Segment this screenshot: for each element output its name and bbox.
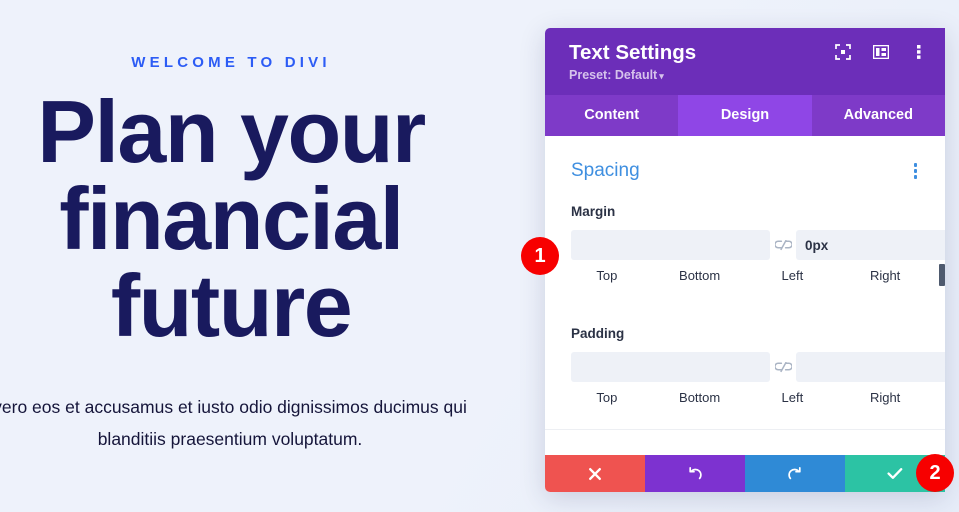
margin-top-input[interactable] [571, 230, 770, 261]
margin-inputs-row [571, 228, 945, 262]
spacing-section-title[interactable]: Spacing [571, 160, 640, 182]
body-divider [545, 429, 945, 430]
padding-field-group: Padding Top Bottom Left Right [571, 326, 945, 424]
redo-button[interactable] [745, 455, 845, 492]
padding-captions: Top Bottom Left Right [571, 390, 921, 424]
tab-content[interactable]: Content [545, 95, 678, 136]
close-x-icon [588, 467, 602, 481]
undo-button[interactable] [645, 455, 745, 492]
spacing-section-header: Spacing [571, 160, 921, 182]
padding-top-caption: Top [596, 390, 618, 406]
padding-label: Padding [571, 326, 625, 342]
cancel-button[interactable] [545, 455, 645, 492]
padding-top-input[interactable] [571, 352, 770, 383]
more-vertical-icon[interactable] [911, 44, 927, 60]
eyebrow-text: WELCOME TO DIVI [131, 54, 331, 71]
preset-selector[interactable]: Preset: Default ▾ [569, 68, 664, 82]
tab-design[interactable]: Design [678, 95, 812, 137]
text-settings-modal: Text Settings Preset: Default ▾ Content … [545, 28, 945, 492]
panel-scrollbar[interactable] [939, 136, 945, 455]
margin-bottom-caption: Bottom [679, 268, 721, 284]
chevron-down-icon: ▾ [659, 71, 664, 82]
modal-tabs: Content Design Advanced [545, 95, 945, 137]
margin-bottom-input[interactable] [796, 230, 945, 261]
step-badge-1: 1 [521, 237, 559, 275]
modal-body: Spacing Margin 0px Top Bottom Left Right… [545, 136, 945, 455]
padding-bottom-input[interactable] [796, 352, 945, 383]
page-body-paragraph: vero eos et accusamus et iusto odio dign… [0, 397, 467, 449]
margin-field-group: Margin 0px Top Bottom Left Right [571, 204, 945, 302]
redo-arrow-icon [787, 466, 803, 482]
margin-vertical-broken-link-icon[interactable] [770, 239, 796, 251]
layout-columns-icon[interactable] [873, 44, 889, 60]
padding-right-caption: Right [869, 390, 901, 406]
padding-inputs-row [571, 350, 945, 384]
spacing-section-more-vertical-icon[interactable] [910, 161, 922, 181]
step-badge-2: 2 [916, 454, 954, 492]
tab-advanced[interactable]: Advanced [812, 95, 945, 136]
margin-top-caption: Top [596, 268, 618, 284]
modal-footer [545, 455, 945, 492]
panel-scrollbar-thumb[interactable] [939, 264, 945, 287]
padding-left-caption: Left [781, 390, 804, 406]
padding-vertical-broken-link-icon[interactable] [770, 361, 796, 373]
margin-vertical-group [571, 230, 945, 261]
undo-arrow-icon [687, 466, 703, 482]
page-content-area: WELCOME TO DIVI Plan your financial futu… [0, 0, 545, 512]
preset-label: Preset: Default [569, 68, 658, 83]
focus-target-icon[interactable] [835, 44, 851, 60]
margin-label: Margin [571, 204, 616, 220]
margin-left-caption: Left [781, 268, 804, 284]
padding-vertical-group [571, 352, 945, 383]
padding-bottom-caption: Bottom [679, 390, 721, 406]
page-headline: Plan your financial future [37, 82, 426, 356]
modal-header-icons [835, 44, 927, 60]
margin-captions: Top Bottom Left Right [571, 268, 921, 302]
margin-right-caption: Right [869, 268, 901, 284]
modal-header: Text Settings Preset: Default ▾ [545, 28, 945, 96]
check-icon [887, 467, 903, 480]
